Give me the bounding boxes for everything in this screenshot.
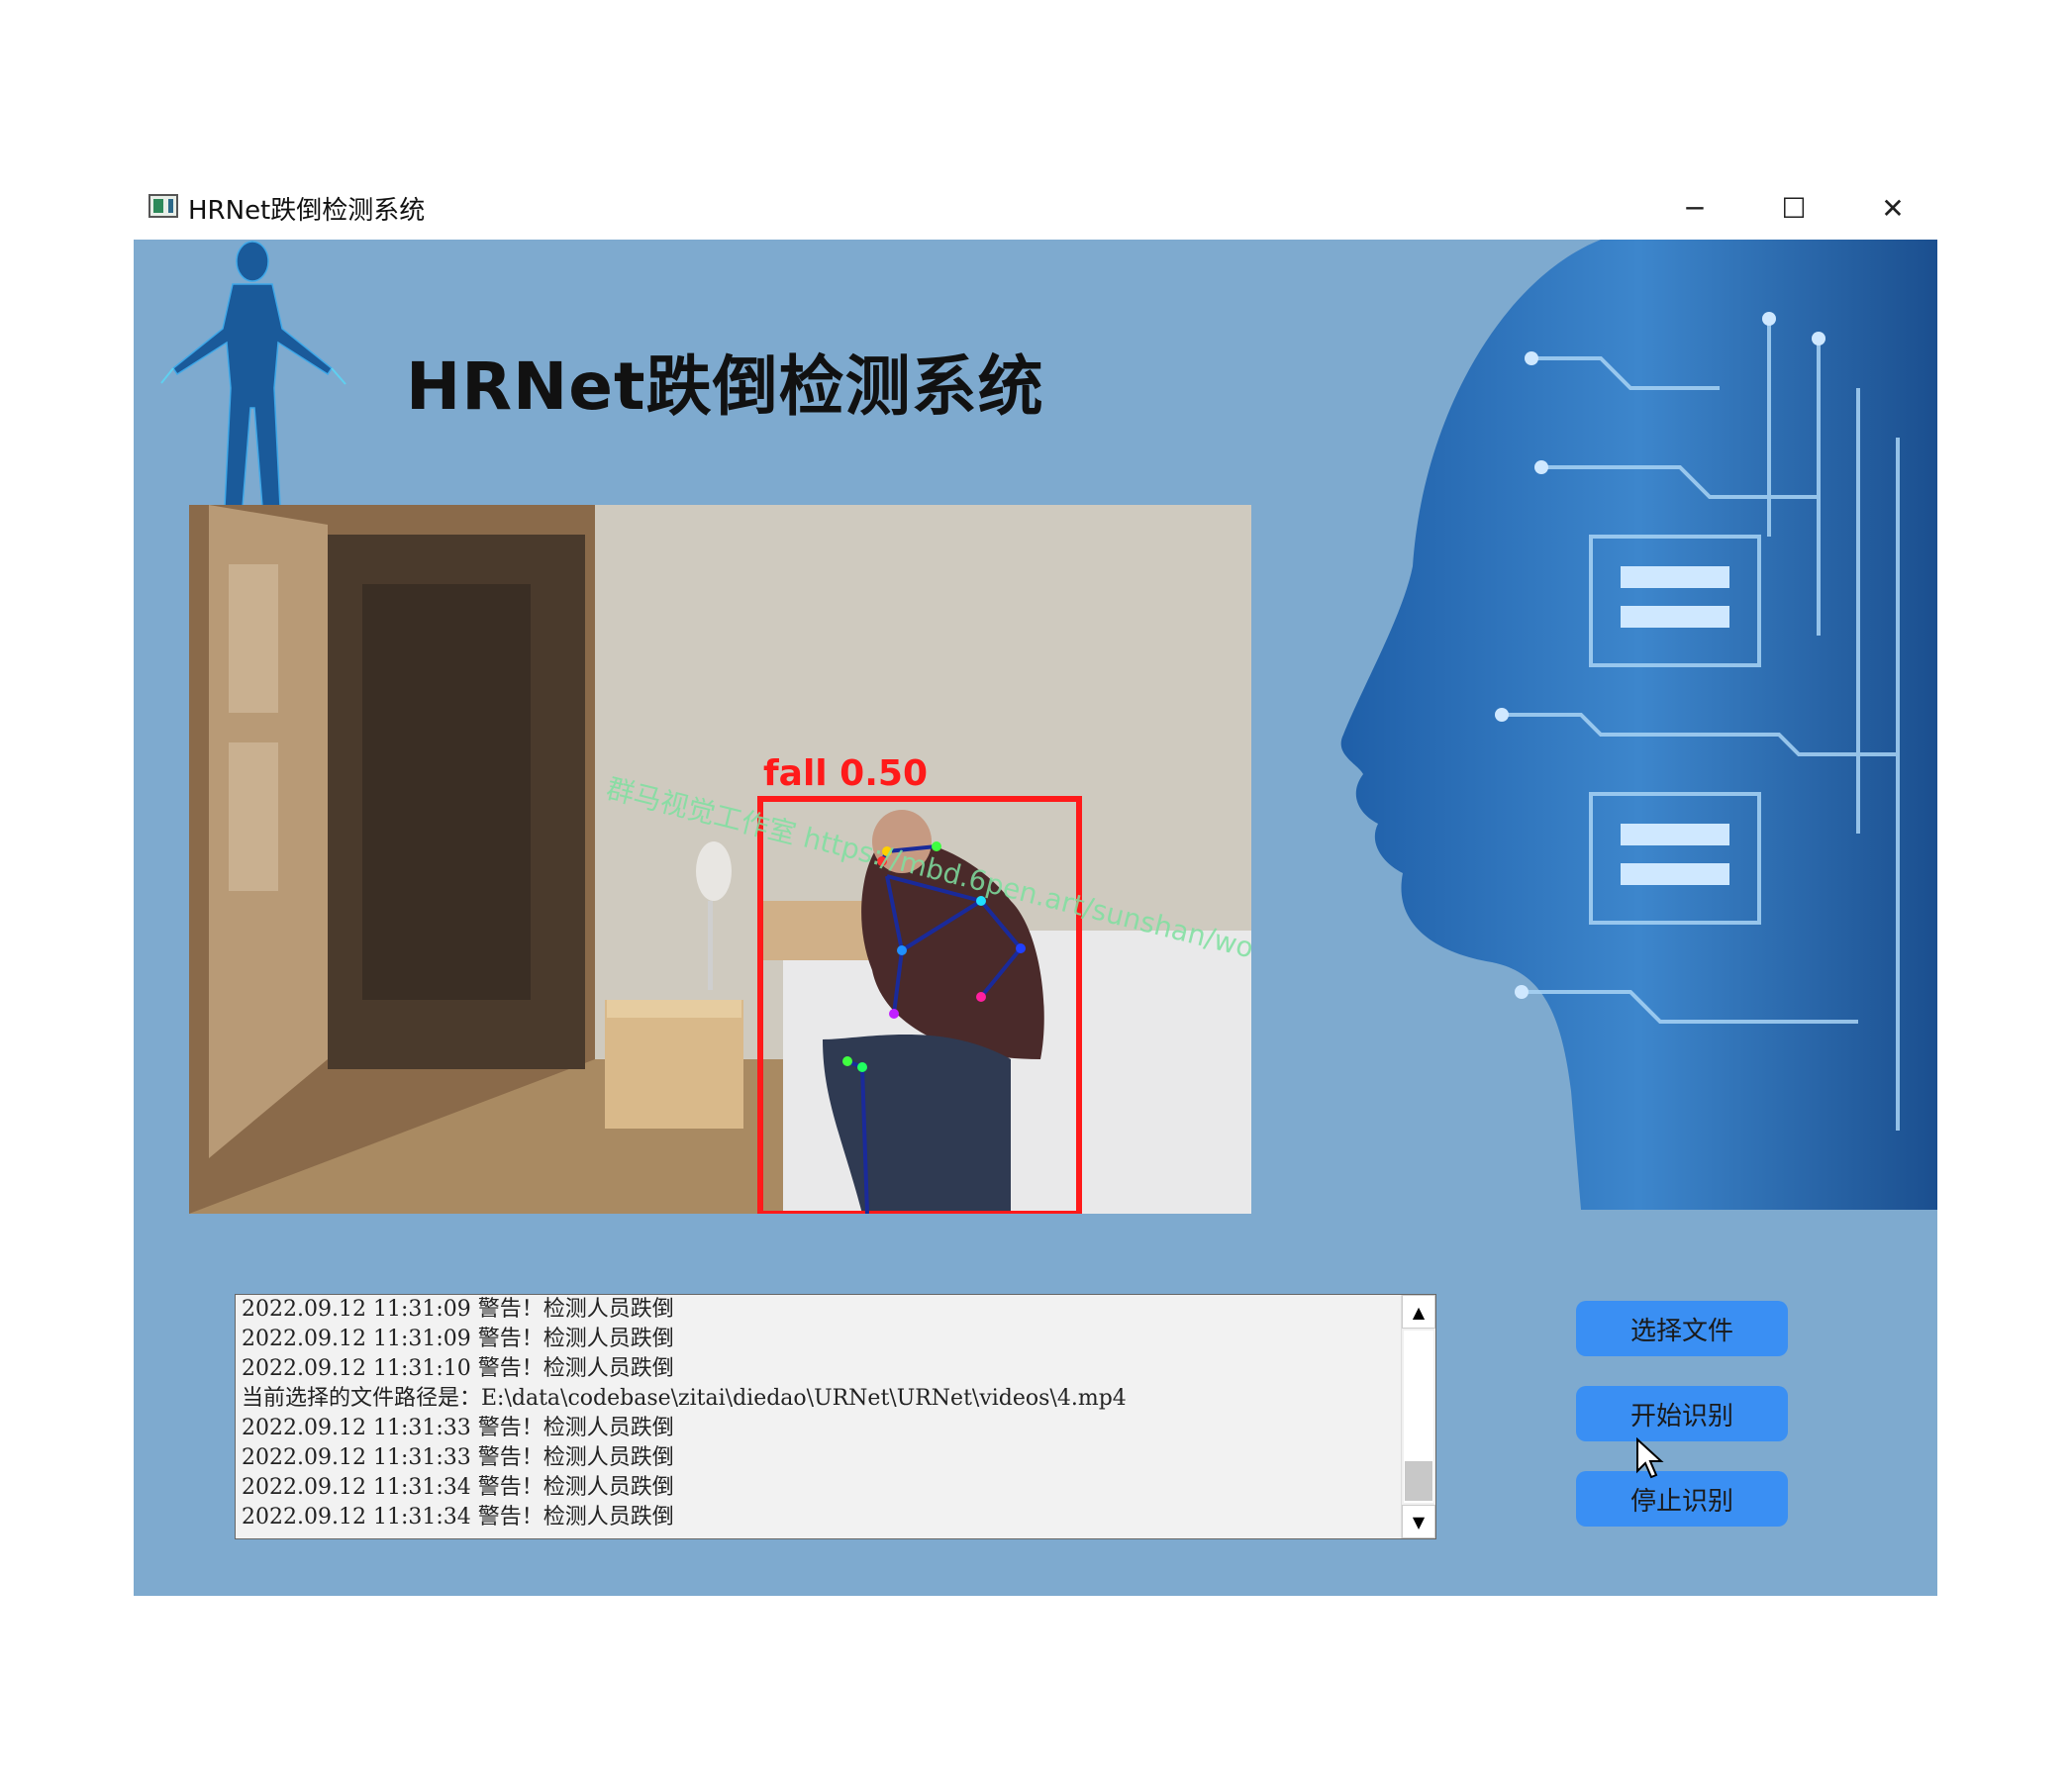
app-icon: [148, 194, 178, 218]
title-bar[interactable]: HRNet跌倒检测系统 ─ ☐ ✕: [134, 176, 1937, 240]
maximize-button[interactable]: ☐: [1744, 176, 1843, 240]
log-text-area[interactable]: 2022.09.12 11:31:09 警告！检测人员跌倒 2022.09.12…: [235, 1294, 1436, 1539]
log-line: 2022.09.12 11:31:33 警告！检测人员跌倒: [242, 1416, 674, 1440]
main-panel: HRNet跌倒检测系统 fall 0.50 群马视觉工作室 https://mb…: [134, 240, 1937, 1596]
minimize-icon: ─: [1686, 191, 1704, 225]
close-icon: ✕: [1881, 191, 1905, 225]
scroll-thumb[interactable]: [1405, 1461, 1432, 1501]
start-recognition-button[interactable]: 开始识别: [1576, 1386, 1788, 1441]
scroll-up-button[interactable]: ▲: [1402, 1295, 1435, 1329]
log-line: 2022.09.12 11:31:10 警告！检测人员跌倒: [242, 1356, 674, 1381]
triangle-down-icon: ▼: [1412, 1512, 1426, 1531]
log-line: 2022.09.12 11:31:09 警告！检测人员跌倒: [242, 1297, 674, 1322]
log-line: 2022.09.12 11:31:33 警告！检测人员跌倒: [242, 1445, 674, 1470]
log-line: 2022.09.12 11:31:09 警告！检测人员跌倒: [242, 1327, 674, 1351]
detection-label: fall 0.50: [763, 753, 928, 794]
log-line: 当前选择的文件路径是：E:\data\codebase\zitai\diedao…: [242, 1386, 1127, 1411]
log-line: 2022.09.12 11:31:34 警告！检测人员跌倒: [242, 1505, 674, 1530]
video-display: fall 0.50 群马视觉工作室 https://mbd.6pen.art/s…: [189, 505, 1251, 1214]
vertical-scrollbar[interactable]: ▲ ▼: [1401, 1295, 1435, 1538]
minimize-button[interactable]: ─: [1645, 176, 1744, 240]
mouse-cursor-icon: [1636, 1437, 1664, 1479]
log-line: 2022.09.12 11:31:34 警告！检测人员跌倒: [242, 1475, 674, 1500]
ai-head-illustration: [1340, 240, 1937, 1210]
select-file-button[interactable]: 选择文件: [1576, 1301, 1788, 1356]
app-title: HRNet跌倒检测系统: [406, 348, 1044, 425]
video-frame: fall 0.50 群马视觉工作室 https://mbd.6pen.art/s…: [189, 505, 1251, 1214]
close-button[interactable]: ✕: [1843, 176, 1942, 240]
window-title: HRNet跌倒检测系统: [188, 196, 426, 226]
triangle-up-icon: ▲: [1412, 1302, 1426, 1322]
human-figure-illustration: [160, 241, 346, 507]
stop-recognition-button[interactable]: 停止识别: [1576, 1471, 1788, 1527]
scroll-down-button[interactable]: ▼: [1402, 1505, 1435, 1538]
log-lines: 2022.09.12 11:31:09 警告！检测人员跌倒 2022.09.12…: [242, 1295, 1390, 1532]
maximize-icon: ☐: [1781, 191, 1807, 225]
app-window: HRNet跌倒检测系统 ─ ☐ ✕ HRNet跌倒检测系统 fall 0.50 …: [134, 176, 1937, 1596]
